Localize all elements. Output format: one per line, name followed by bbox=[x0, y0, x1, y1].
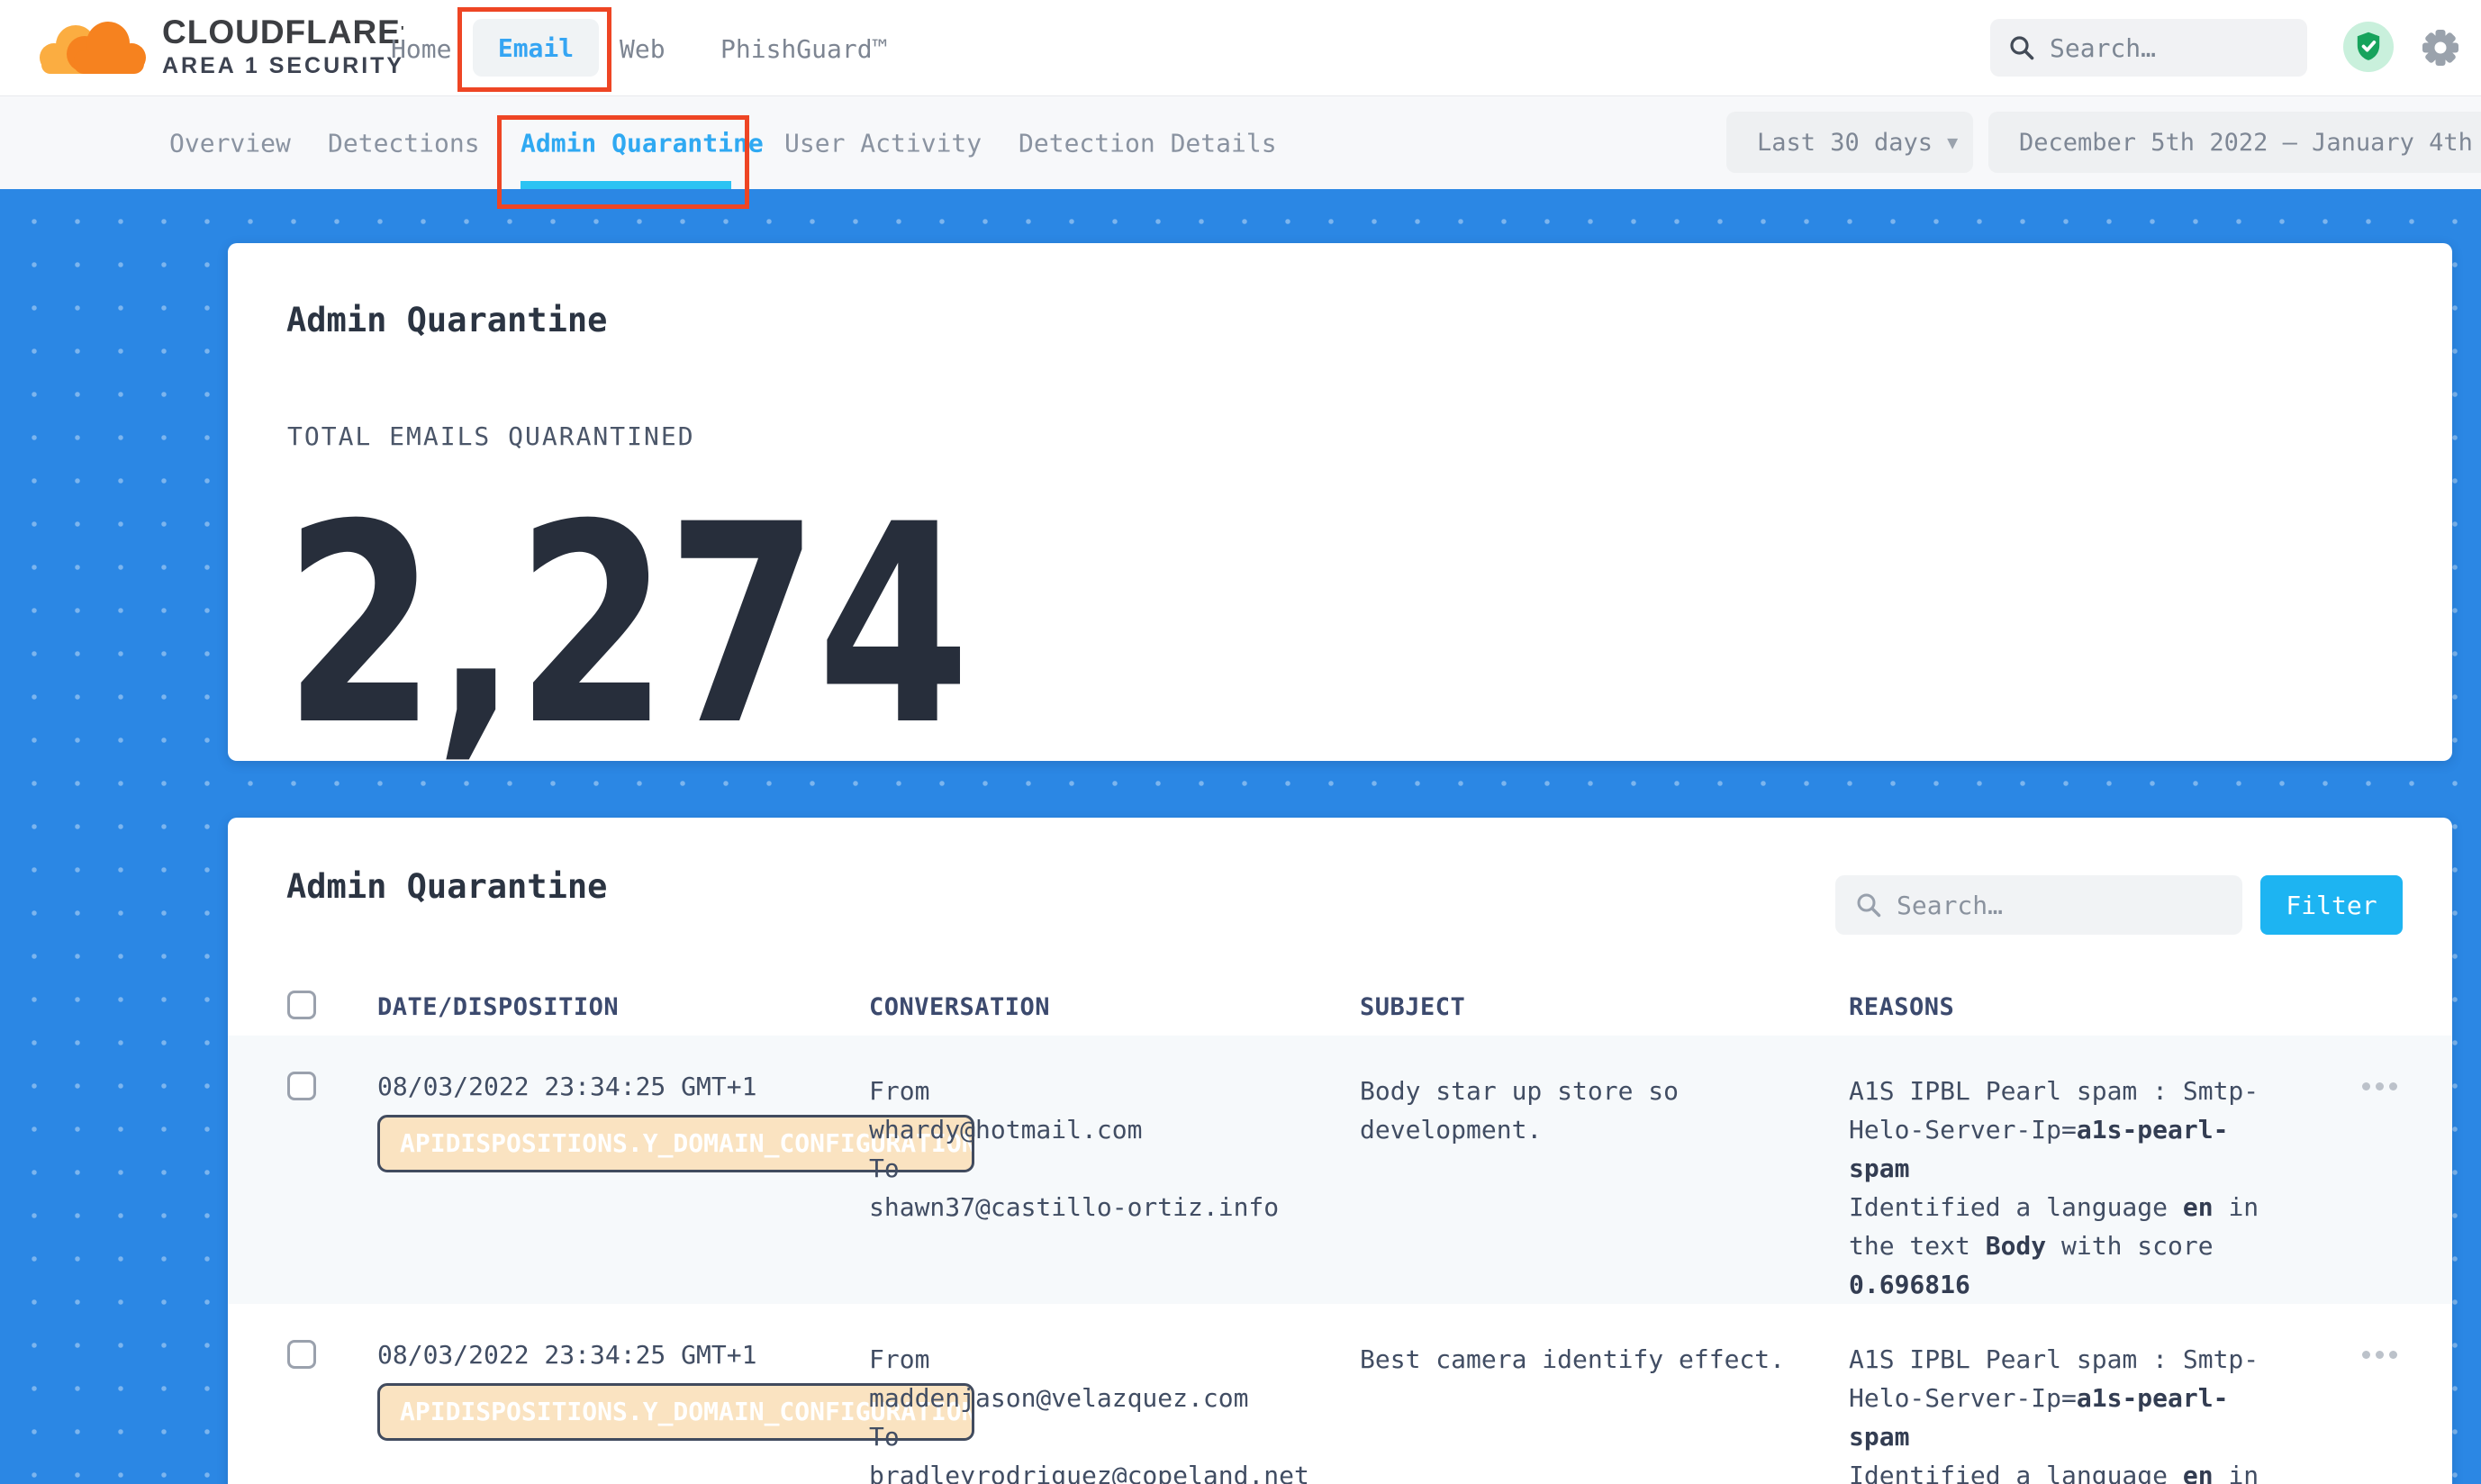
reason-text: A1S IPBL Pearl spam : Smtp-Helo-Server-I… bbox=[1849, 1072, 2287, 1188]
table-search-input[interactable] bbox=[1897, 891, 2194, 920]
tab-user-activity[interactable]: User Activity bbox=[784, 128, 982, 158]
shield-check-icon bbox=[2343, 22, 2394, 72]
settings-button[interactable] bbox=[2421, 28, 2460, 71]
search-icon bbox=[2008, 34, 2035, 61]
row-date: 08/03/2022 23:34:25 GMT+1 bbox=[377, 1072, 869, 1102]
row-menu-button[interactable] bbox=[2357, 1077, 2403, 1096]
column-header-reasons: REASONS bbox=[1849, 993, 2326, 1021]
metric-value: 2,274 bbox=[284, 488, 968, 763]
tab-detection-details[interactable]: Detection Details bbox=[1019, 128, 1277, 158]
active-tab-underline bbox=[521, 181, 731, 189]
to-label: To bbox=[869, 1149, 1360, 1188]
cell-date-disposition: 08/03/2022 23:34:25 GMT+1 APIDISPOSITION… bbox=[377, 1036, 869, 1304]
cell-conversation: From maddenjason@velazquez.com To bradle… bbox=[869, 1304, 1360, 1484]
from-address[interactable]: maddenjason@velazquez.com bbox=[869, 1379, 1360, 1417]
email-subnav: Overview Detections Admin Quarantine Use… bbox=[0, 95, 2481, 189]
brand-name: CLOUDFLARE' bbox=[162, 14, 405, 50]
tab-admin-quarantine[interactable]: Admin Quarantine bbox=[521, 128, 764, 158]
nav-email[interactable]: Email bbox=[473, 19, 599, 77]
cell-subject: Best camera identify effect. bbox=[1360, 1304, 1849, 1484]
column-header-subject: SUBJECT bbox=[1360, 993, 1849, 1021]
nav-home[interactable]: Home bbox=[391, 34, 451, 64]
brand-text: CLOUDFLARE' AREA 1 SECURITY bbox=[162, 14, 405, 79]
top-header: CLOUDFLARE' AREA 1 SECURITY Home Email W… bbox=[0, 0, 2481, 95]
cell-conversation: From whardy@hotmail.com To shawn37@casti… bbox=[869, 1036, 1360, 1304]
content-area: Admin Quarantine TOTAL EMAILS QUARANTINE… bbox=[0, 189, 2481, 1484]
cell-reasons: A1S IPBL Pearl spam : Smtp-Helo-Server-I… bbox=[1849, 1036, 2326, 1304]
table-body: 08/03/2022 23:34:25 GMT+1 APIDISPOSITION… bbox=[228, 1036, 2452, 1484]
column-header-date-disposition: DATE/DISPOSITION bbox=[377, 993, 869, 1021]
area1-dashboard: CLOUDFLARE' AREA 1 SECURITY Home Email W… bbox=[0, 0, 2481, 1484]
row-checkbox[interactable] bbox=[287, 1340, 316, 1369]
date-range-button[interactable]: December 5th 2022 — January 4th 2023 bbox=[1988, 112, 2481, 173]
period-dropdown-label: Last 30 days bbox=[1757, 129, 1933, 157]
chevron-down-icon: ▼ bbox=[1947, 131, 1958, 153]
date-range-label: December 5th 2022 — January 4th 2023 bbox=[2019, 129, 2481, 157]
global-search bbox=[1990, 19, 2307, 77]
summary-card-title: Admin Quarantine bbox=[286, 301, 607, 339]
row-menu-button[interactable] bbox=[2357, 1345, 2403, 1364]
cloudflare-cloud-icon bbox=[31, 9, 149, 85]
reason-text: Identified a language en in the text Bod… bbox=[1849, 1188, 2287, 1304]
security-status-badge bbox=[2343, 22, 2394, 76]
cell-reasons: A1S IPBL Pearl spam : Smtp-Helo-Server-I… bbox=[1849, 1304, 2326, 1484]
from-address[interactable]: whardy@hotmail.com bbox=[869, 1110, 1360, 1149]
table-search bbox=[1835, 875, 2242, 935]
cell-date-disposition: 08/03/2022 23:34:25 GMT+1 APIDISPOSITION… bbox=[377, 1304, 869, 1484]
reason-text: Identified a language en in the text Bod… bbox=[1849, 1456, 2287, 1484]
column-header-conversation: CONVERSATION bbox=[869, 993, 1360, 1021]
tab-detections[interactable]: Detections bbox=[328, 128, 480, 158]
cell-subject: Body star up store so development. bbox=[1360, 1036, 1849, 1304]
from-label: From bbox=[869, 1340, 1360, 1379]
quarantine-table-card: Admin Quarantine Filter DATE/DISPOSITION… bbox=[228, 818, 2452, 1484]
from-label: From bbox=[869, 1072, 1360, 1110]
filter-button[interactable]: Filter bbox=[2260, 875, 2403, 935]
period-dropdown[interactable]: Last 30 days ▼ bbox=[1726, 112, 1973, 173]
tab-overview[interactable]: Overview bbox=[169, 128, 291, 158]
row-checkbox[interactable] bbox=[287, 1072, 316, 1100]
nav-web[interactable]: Web bbox=[620, 34, 666, 64]
global-search-input[interactable] bbox=[2050, 33, 2275, 63]
row-date: 08/03/2022 23:34:25 GMT+1 bbox=[377, 1340, 869, 1371]
table-card-title: Admin Quarantine bbox=[286, 867, 607, 906]
to-address[interactable]: bradleyrodriguez@copeland.net bbox=[869, 1456, 1360, 1484]
gear-icon bbox=[2421, 28, 2460, 68]
reason-text: A1S IPBL Pearl spam : Smtp-Helo-Server-I… bbox=[1849, 1340, 2287, 1456]
brand-logo: CLOUDFLARE' AREA 1 SECURITY bbox=[31, 9, 405, 85]
select-all-checkbox[interactable] bbox=[287, 991, 316, 1019]
to-address[interactable]: shawn37@castillo-ortiz.info bbox=[869, 1188, 1360, 1226]
metric-label: TOTAL EMAILS QUARANTINED bbox=[287, 421, 695, 451]
summary-card: Admin Quarantine TOTAL EMAILS QUARANTINE… bbox=[228, 243, 2452, 761]
search-icon bbox=[1855, 891, 1882, 918]
to-label: To bbox=[869, 1417, 1360, 1456]
nav-phishguard[interactable]: PhishGuard™ bbox=[720, 34, 887, 64]
table-row: 08/03/2022 23:34:25 GMT+1 APIDISPOSITION… bbox=[228, 1036, 2452, 1304]
brand-subtitle: AREA 1 SECURITY bbox=[162, 53, 405, 79]
table-header-row: DATE/DISPOSITION CONVERSATION SUBJECT RE… bbox=[228, 978, 2452, 1036]
table-row: 08/03/2022 23:34:25 GMT+1 APIDISPOSITION… bbox=[228, 1304, 2452, 1484]
